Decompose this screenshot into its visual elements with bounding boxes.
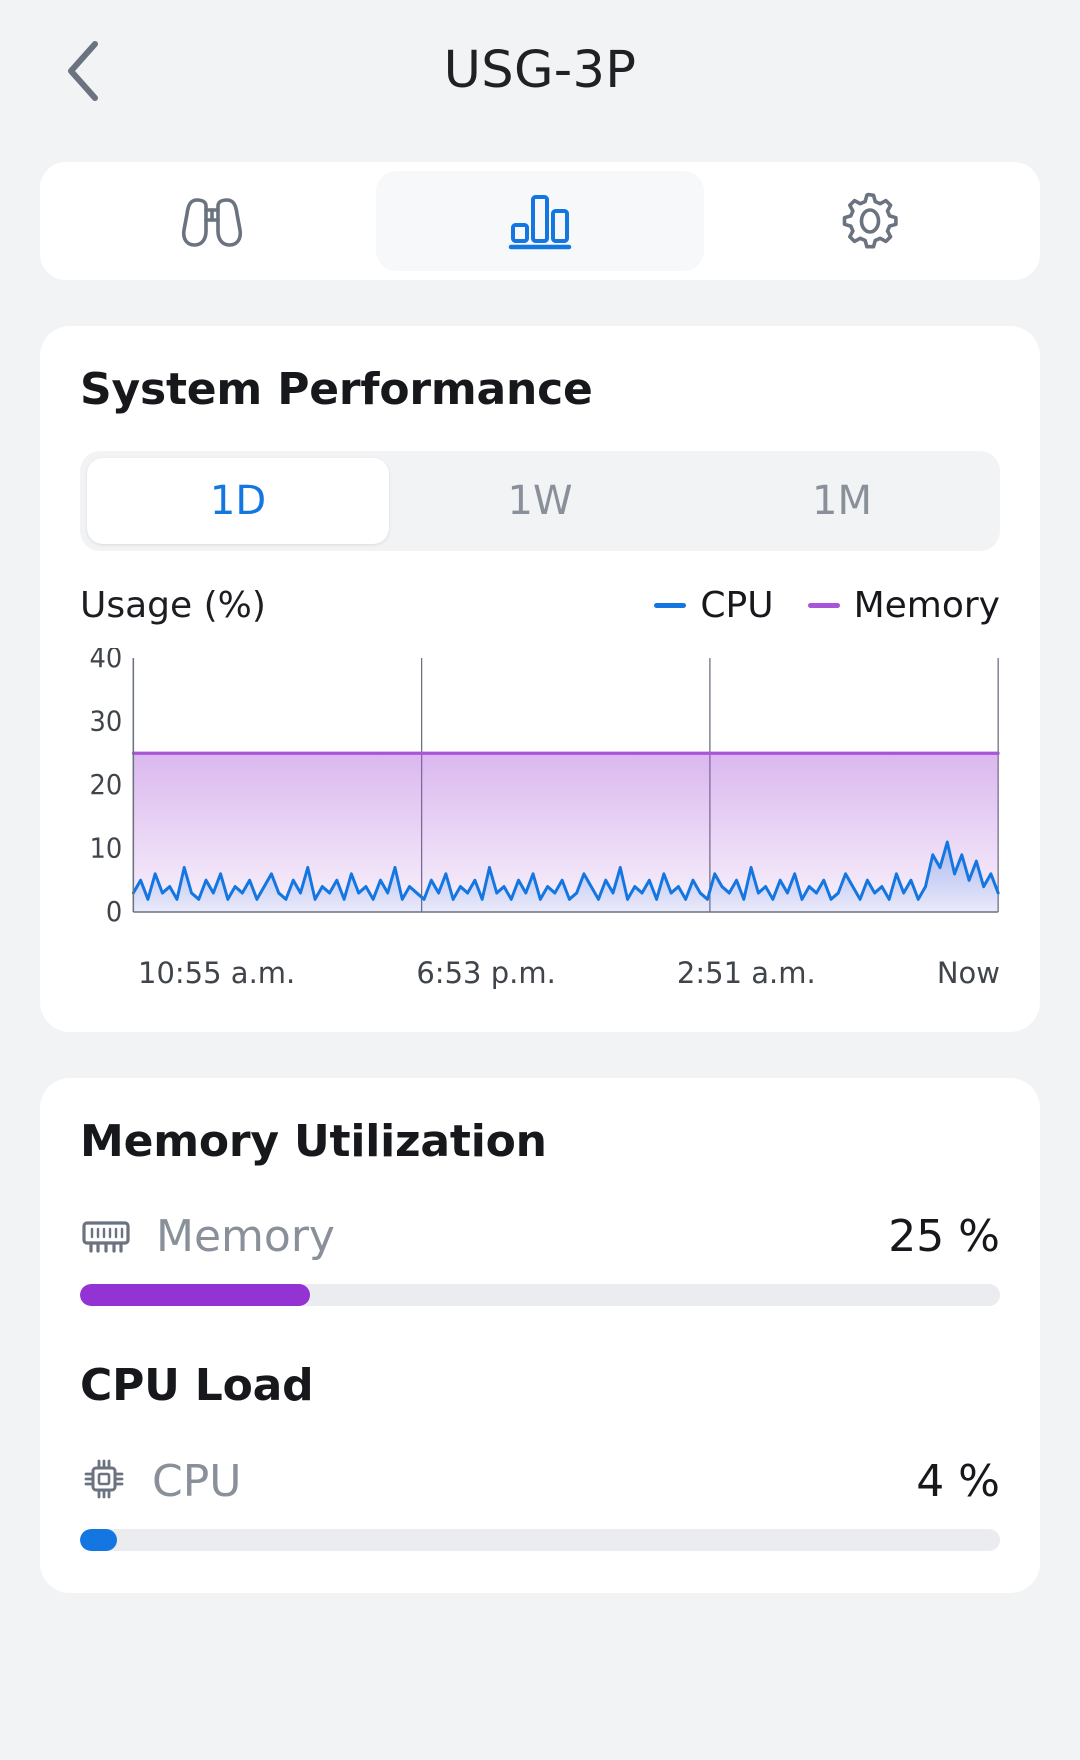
utilization-card: Memory Utilization Memory 25 % CPU Load … — [40, 1078, 1040, 1593]
tab-overview[interactable] — [48, 171, 376, 271]
svg-text:10: 10 — [90, 833, 123, 865]
tab-bar — [40, 162, 1040, 280]
binoculars-icon — [175, 188, 249, 254]
cpu-chip-icon — [80, 1455, 128, 1507]
xtick-3: Now — [936, 956, 1000, 990]
system-performance-title: System Performance — [80, 364, 593, 415]
bar-chart-icon — [504, 187, 576, 255]
memory-metric-label: Memory — [156, 1211, 335, 1262]
memory-progress-track — [80, 1284, 1000, 1306]
system-performance-card: System Performance 1D 1W 1M Usage (%) CP… — [40, 326, 1040, 1032]
back-button[interactable] — [44, 32, 122, 110]
cpu-metric-label: CPU — [152, 1455, 242, 1507]
legend-dash-memory — [807, 603, 840, 608]
memory-stick-icon — [80, 1213, 132, 1261]
xtick-2: 2:51 a.m. — [676, 956, 816, 990]
usage-chart-svg: 0 10 20 30 40 — [90, 648, 1000, 928]
chevron-left-icon — [61, 38, 105, 104]
svg-text:20: 20 — [90, 769, 123, 801]
range-1d[interactable]: 1D — [87, 458, 389, 544]
range-1w[interactable]: 1W — [389, 458, 691, 544]
tab-statistics[interactable] — [376, 171, 704, 271]
cpu-progress-fill — [80, 1529, 117, 1551]
memory-metric-value: 25 % — [888, 1211, 1000, 1262]
xtick-0: 10:55 a.m. — [138, 956, 296, 990]
memory-metric-left: Memory — [80, 1211, 335, 1262]
legend-item-cpu: CPU — [654, 585, 774, 626]
legend-label-memory: Memory — [853, 585, 1000, 626]
svg-text:30: 30 — [90, 706, 123, 738]
svg-text:0: 0 — [106, 896, 122, 928]
xtick-1: 6:53 p.m. — [416, 956, 556, 990]
legend-item-memory: Memory — [807, 585, 1000, 626]
cpu-metric-left: CPU — [80, 1455, 241, 1507]
cpu-metric-row: CPU 4 % — [80, 1455, 1000, 1551]
time-range-selector: 1D 1W 1M — [80, 451, 1000, 551]
chart-x-axis-labels: 10:55 a.m. 6:53 p.m. 2:51 a.m. Now — [80, 956, 1000, 990]
memory-metric-row: Memory 25 % — [80, 1211, 1000, 1306]
app-header: USG-3P — [0, 0, 1080, 140]
chart-legend-row: Usage (%) CPU Memory — [80, 585, 1000, 626]
cpu-metric-head: CPU 4 % — [80, 1455, 1000, 1507]
memory-progress-fill — [80, 1284, 310, 1306]
usage-axis-caption: Usage (%) — [80, 585, 266, 626]
cpu-metric-value: 4 % — [916, 1455, 1000, 1507]
legend-dash-cpu — [654, 603, 687, 608]
chart-legend: CPU Memory — [654, 585, 1000, 626]
range-1m[interactable]: 1M — [691, 458, 993, 544]
usage-chart: 0 10 20 30 40 — [80, 648, 1000, 948]
memory-metric-head: Memory 25 % — [80, 1211, 1000, 1262]
device-screen: USG-3P System Performance 1D 1W 1M Usage… — [0, 0, 1080, 1760]
page-title: USG-3P — [443, 40, 637, 100]
cpu-progress-track — [80, 1529, 1000, 1551]
cpu-load-title: CPU Load — [80, 1360, 314, 1411]
memory-utilization-title: Memory Utilization — [80, 1116, 547, 1167]
section-divider — [80, 1306, 1000, 1360]
gear-icon — [833, 184, 903, 258]
legend-label-cpu: CPU — [700, 585, 774, 626]
tab-settings[interactable] — [704, 171, 1032, 271]
svg-text:40: 40 — [90, 648, 123, 674]
